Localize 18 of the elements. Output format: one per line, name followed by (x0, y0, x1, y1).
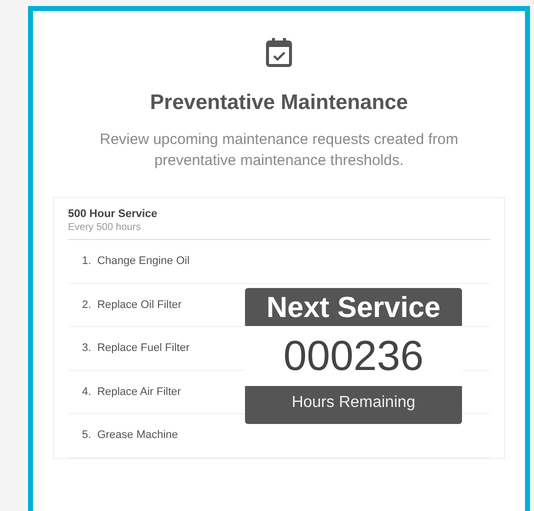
task-number: 2. (82, 298, 92, 311)
task-number: 3. (82, 342, 92, 354)
page-description: Review upcoming maintenance requests created from preventative maintenance thresholds. (98, 130, 460, 171)
task-label: Change Engine Oil (97, 255, 190, 268)
service-interval: Every 500 hours (68, 222, 142, 233)
task-label: Grease Machine (97, 429, 178, 442)
page-title: Preventative Maintenance (150, 91, 408, 115)
task-number: 5. (82, 429, 92, 442)
task-number: 4. (82, 386, 92, 398)
badge-title: Next Service (266, 291, 441, 326)
task-label: Replace Oil Filter (97, 298, 182, 311)
task-label: Replace Fuel Filter (97, 342, 190, 354)
task-label: Replace Air Filter (97, 386, 181, 398)
badge-caption: Hours Remaining (292, 393, 416, 413)
calendar-check-icon (266, 37, 292, 67)
hours-counter: 000236 (245, 326, 462, 386)
task-number: 1. (82, 255, 92, 268)
service-name: 500 Hour Service (68, 208, 158, 220)
